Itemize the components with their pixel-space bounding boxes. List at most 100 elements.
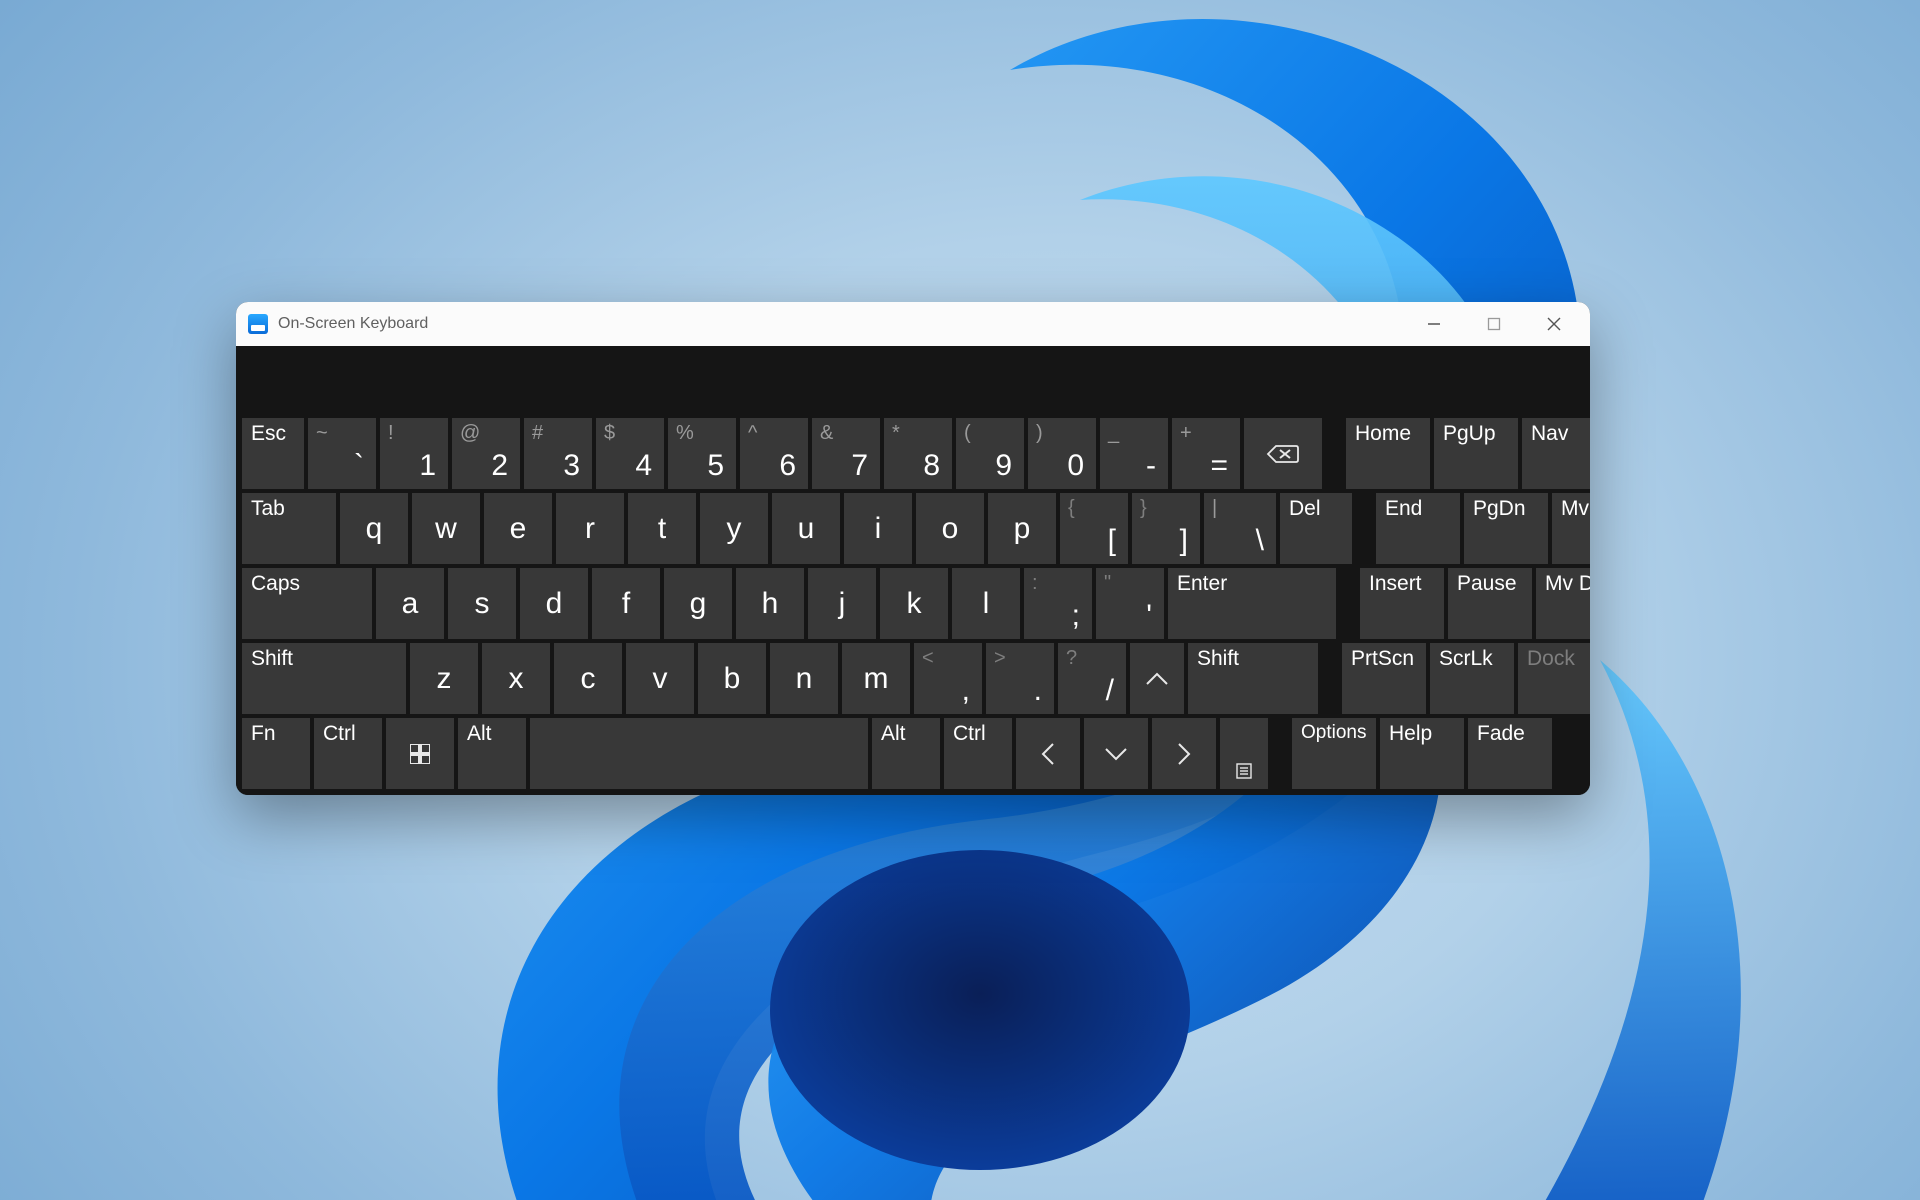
key--[interactable]: _- (1100, 418, 1168, 489)
key-punct[interactable]: ?/ (1058, 643, 1126, 714)
key-1[interactable]: !1 (380, 418, 448, 489)
windows-icon (410, 744, 430, 764)
key-pgdn[interactable]: PgDn (1464, 493, 1548, 564)
key-punct[interactable]: "' (1096, 568, 1164, 639)
key-scrlk[interactable]: ScrLk (1430, 643, 1514, 714)
titlebar: On-Screen Keyboard (236, 302, 1590, 347)
key-n[interactable]: n (770, 643, 838, 714)
key-bracket[interactable]: {[ (1060, 493, 1128, 564)
chevron-right-icon (1175, 741, 1193, 767)
key-y[interactable]: y (700, 493, 768, 564)
key-punct[interactable]: <, (914, 643, 982, 714)
maximize-button[interactable] (1464, 302, 1524, 346)
key-fn[interactable]: Fn (242, 718, 310, 789)
key-6[interactable]: ^6 (740, 418, 808, 489)
key-esc[interactable]: Esc (242, 418, 304, 489)
key-prtscn[interactable]: PrtScn (1342, 643, 1426, 714)
key-bracket[interactable]: }] (1132, 493, 1200, 564)
key-tab[interactable]: Tab (242, 493, 336, 564)
key-l[interactable]: l (952, 568, 1020, 639)
key-help[interactable]: Help (1380, 718, 1464, 789)
key-options[interactable]: Options (1292, 718, 1376, 789)
key-home[interactable]: Home (1346, 418, 1430, 489)
key-7[interactable]: &7 (812, 418, 880, 489)
key-v[interactable]: v (626, 643, 694, 714)
chevron-down-icon (1103, 745, 1129, 763)
key-pgup[interactable]: PgUp (1434, 418, 1518, 489)
key-j[interactable]: j (808, 568, 876, 639)
key-punct[interactable]: >. (986, 643, 1054, 714)
key-0[interactable]: )0 (1028, 418, 1096, 489)
key-z[interactable]: z (410, 643, 478, 714)
key-space[interactable] (530, 718, 868, 789)
key-8[interactable]: *8 (884, 418, 952, 489)
key-arrow-left[interactable] (1016, 718, 1080, 789)
key-enter[interactable]: Enter (1168, 568, 1336, 639)
key-x[interactable]: x (482, 643, 550, 714)
key-g[interactable]: g (664, 568, 732, 639)
key-b[interactable]: b (698, 643, 766, 714)
key-3[interactable]: #3 (524, 418, 592, 489)
key-m[interactable]: m (842, 643, 910, 714)
key-alt-right[interactable]: Alt (872, 718, 940, 789)
key-4[interactable]: $4 (596, 418, 664, 489)
key-c[interactable]: c (554, 643, 622, 714)
keyboard-surface: Esc ~`!1@2#3$4%5^6&7*8(9)0_-+= Home PgUp… (236, 346, 1590, 795)
row-1: Tab qwertyuiop {[}] |\ Del End PgDn Mv U… (242, 493, 1584, 564)
row-4: Fn Ctrl Alt Alt Ctrl Options Help Fade (242, 718, 1584, 789)
close-button[interactable] (1524, 302, 1584, 346)
key-windows[interactable] (386, 718, 454, 789)
key-pause[interactable]: Pause (1448, 568, 1532, 639)
key-s[interactable]: s (448, 568, 516, 639)
key-q[interactable]: q (340, 493, 408, 564)
key-5[interactable]: %5 (668, 418, 736, 489)
key-caps[interactable]: Caps (242, 568, 372, 639)
key-shift-left[interactable]: Shift (242, 643, 406, 714)
key-w[interactable]: w (412, 493, 480, 564)
key-arrow-right[interactable] (1152, 718, 1216, 789)
keyboard-rows: Esc ~`!1@2#3$4%5^6&7*8(9)0_-+= Home PgUp… (242, 418, 1584, 789)
window-title: On-Screen Keyboard (278, 315, 428, 333)
key-2[interactable]: @2 (452, 418, 520, 489)
key-h[interactable]: h (736, 568, 804, 639)
key-r[interactable]: r (556, 493, 624, 564)
key-arrow-down[interactable] (1084, 718, 1148, 789)
backspace-icon (1266, 442, 1300, 466)
key-fade[interactable]: Fade (1468, 718, 1552, 789)
key-`[interactable]: ~` (308, 418, 376, 489)
key-ctrl-left[interactable]: Ctrl (314, 718, 382, 789)
key-d[interactable]: d (520, 568, 588, 639)
app-icon (248, 314, 268, 334)
key-backslash[interactable]: |\ (1204, 493, 1276, 564)
key-context-menu[interactable] (1220, 718, 1268, 789)
key-ctrl-right[interactable]: Ctrl (944, 718, 1012, 789)
key-nav[interactable]: Nav (1522, 418, 1590, 489)
key-end[interactable]: End (1376, 493, 1460, 564)
key-o[interactable]: o (916, 493, 984, 564)
osk-window: On-Screen Keyboard Esc ~`!1@2#3$4%5^6&7*… (236, 302, 1590, 795)
minimize-button[interactable] (1404, 302, 1464, 346)
key-insert[interactable]: Insert (1360, 568, 1444, 639)
key-i[interactable]: i (844, 493, 912, 564)
key-backspace[interactable] (1244, 418, 1322, 489)
key-dock[interactable]: Dock (1518, 643, 1590, 714)
key-mvdn[interactable]: Mv Dn (1536, 568, 1590, 639)
key-p[interactable]: p (988, 493, 1056, 564)
key-a[interactable]: a (376, 568, 444, 639)
key-=[interactable]: += (1172, 418, 1240, 489)
key-t[interactable]: t (628, 493, 696, 564)
key-u[interactable]: u (772, 493, 840, 564)
chevron-left-icon (1039, 741, 1057, 767)
key-alt-left[interactable]: Alt (458, 718, 526, 789)
key-arrow-up[interactable] (1130, 643, 1184, 714)
key-punct[interactable]: :; (1024, 568, 1092, 639)
key-shift-right[interactable]: Shift (1188, 643, 1318, 714)
row-2: Caps asdfghjkl :;"' Enter Insert Pause M… (242, 568, 1584, 639)
key-e[interactable]: e (484, 493, 552, 564)
key-k[interactable]: k (880, 568, 948, 639)
key-del[interactable]: Del (1280, 493, 1352, 564)
row-3: Shift zxcvbnm <,>.?/ Shift PrtScn ScrLk … (242, 643, 1584, 714)
key-mvup[interactable]: Mv Up (1552, 493, 1590, 564)
key-f[interactable]: f (592, 568, 660, 639)
key-9[interactable]: (9 (956, 418, 1024, 489)
